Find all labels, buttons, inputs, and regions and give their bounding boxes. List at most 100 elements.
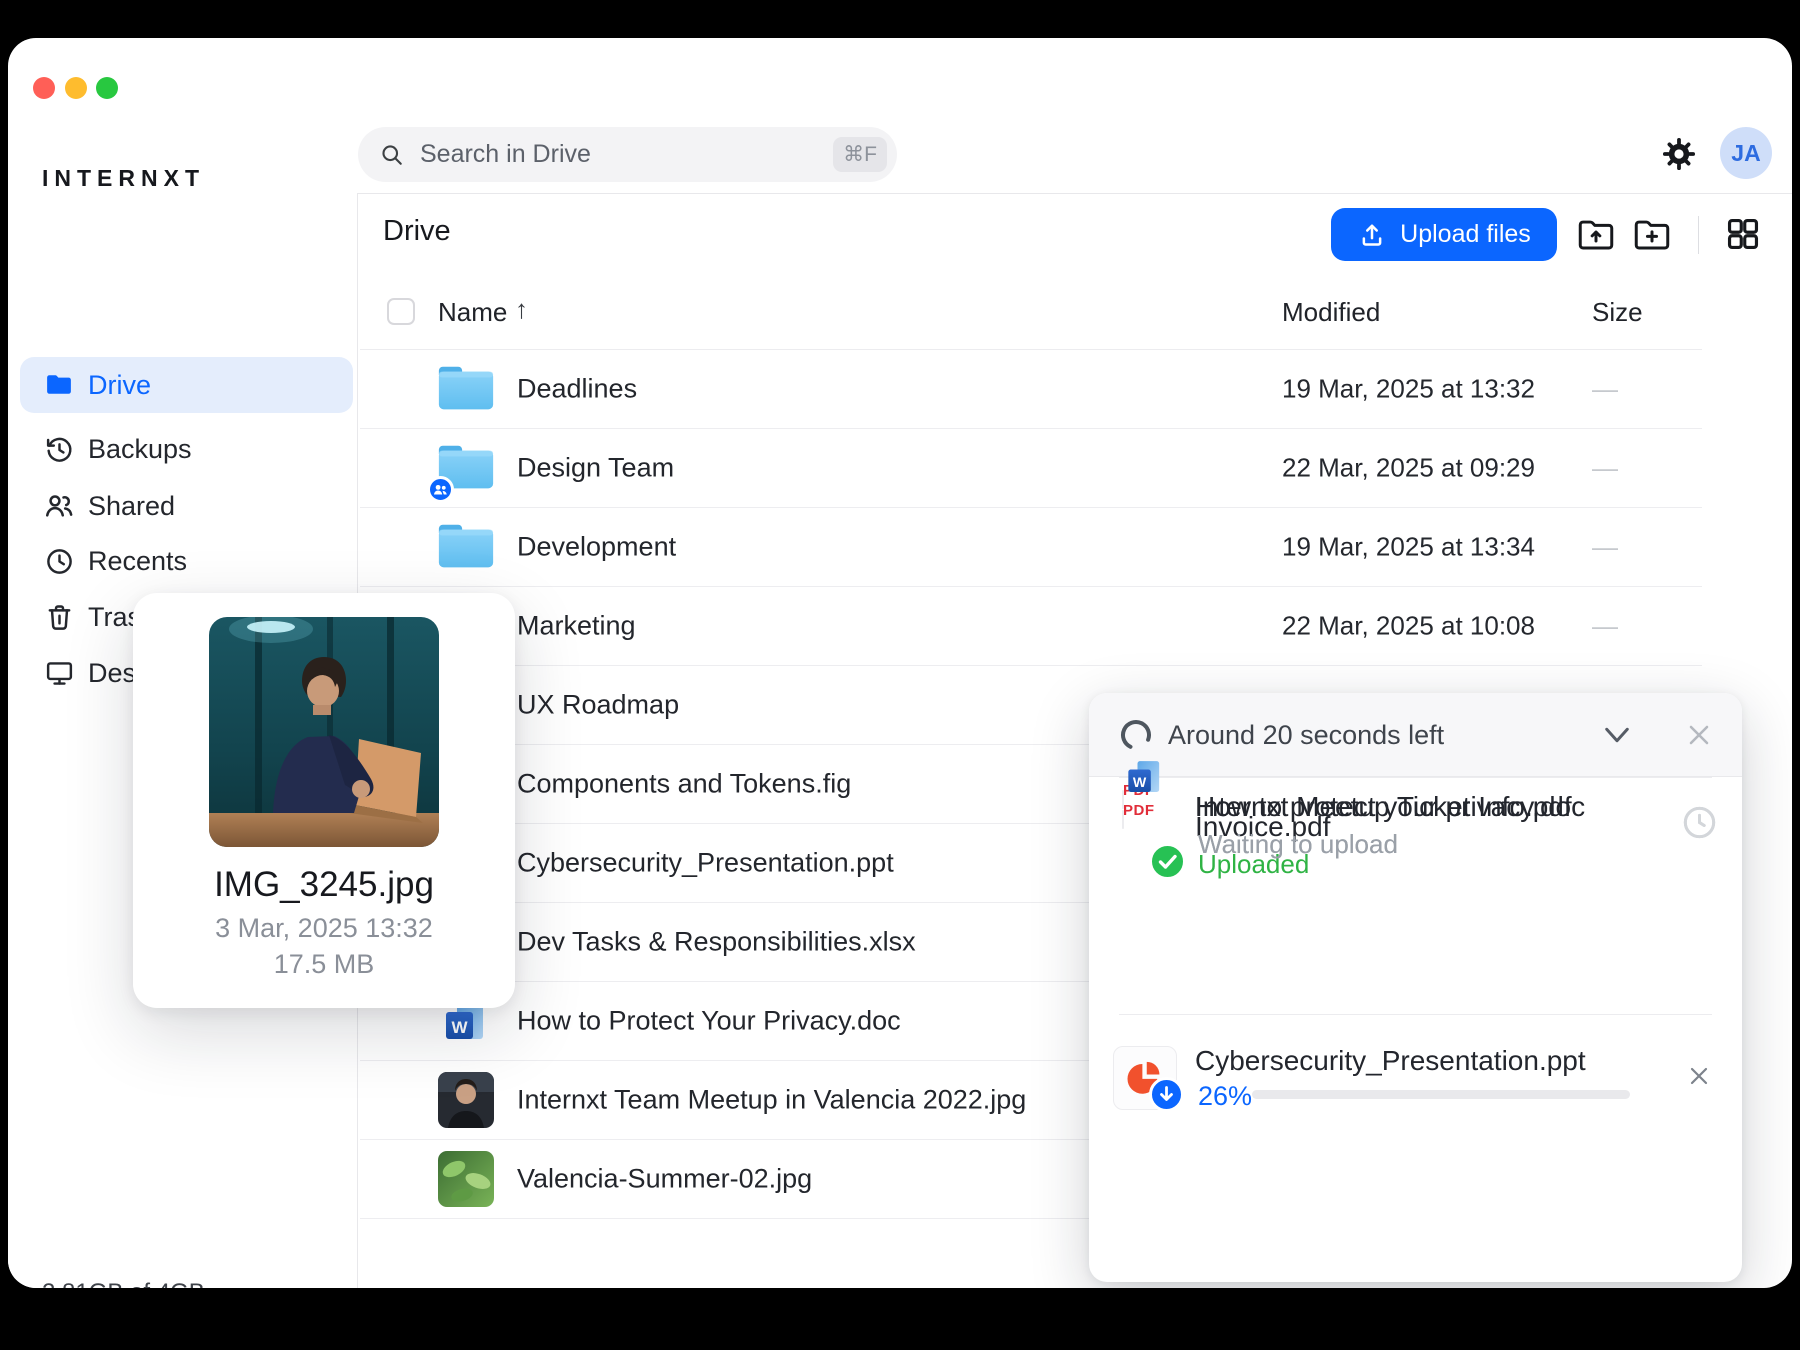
sidebar-item-recents[interactable]: Recents (20, 537, 353, 585)
internxt-logo: INTERNXT (42, 165, 205, 192)
column-header-size[interactable]: Size (1592, 297, 1643, 328)
table-row[interactable]: Marketing 22 Mar, 2025 at 10:08 — (360, 587, 1702, 666)
file-icon (435, 519, 497, 575)
upload-progress-toast: Around 20 seconds left PDF Invoice.pdf U… (1089, 693, 1742, 1282)
svg-text:W: W (1133, 775, 1147, 791)
file-icon (435, 1151, 497, 1207)
desktop-background: INTERNXT Search in Drive ⌘F (0, 0, 1800, 1350)
file-modified: 22 Mar, 2025 at 09:29 (1282, 453, 1535, 484)
cancel-upload-button[interactable] (1680, 1057, 1718, 1095)
table-row[interactable]: Design Team 22 Mar, 2025 at 09:29 — (360, 429, 1702, 508)
file-name: Deadlines (517, 374, 637, 405)
file-icon (435, 440, 497, 496)
toolbar-divider (1698, 216, 1699, 254)
folder-icon (435, 363, 497, 415)
grid-view-button[interactable] (1722, 214, 1764, 256)
file-name: Dev Tasks & Responsibilities.xlsx (517, 927, 916, 958)
file-name: Design Team (517, 453, 674, 484)
app-window: INTERNXT Search in Drive ⌘F (8, 38, 1792, 1288)
upload-status: Waiting to upload (1198, 829, 1398, 860)
file-name: Internxt Team Meetup in Valencia 2022.jp… (517, 1085, 1026, 1116)
grid-view-icon (1724, 215, 1762, 253)
sidebar-item-label: Shared (88, 491, 175, 522)
recents-clock-icon (44, 546, 75, 577)
settings-button[interactable] (1659, 134, 1699, 174)
zoom-window-button[interactable] (96, 77, 118, 99)
upload-item-uploading: Cybersecurity_Presentation.ppt 26% (1089, 1031, 1742, 1131)
file-name: Marketing (517, 611, 636, 642)
upload-percent: 26% (1198, 1081, 1252, 1112)
upload-item-name: Cybersecurity_Presentation.ppt (1195, 1045, 1586, 1077)
upload-progress-bar (1252, 1090, 1630, 1099)
table-row[interactable]: Deadlines 19 Mar, 2025 at 13:32 — (360, 350, 1702, 429)
select-all-checkbox[interactable] (387, 298, 415, 325)
file-name: Components and Tokens.fig (517, 769, 851, 800)
file-size: — (1592, 374, 1618, 405)
folder-icon (435, 521, 497, 573)
doc-file-icon: W (1122, 790, 1124, 809)
storage-usage-label: 2.81GB of 4GB (42, 1279, 322, 1288)
file-name: UX Roadmap (517, 690, 679, 721)
folder-plus-icon (1631, 214, 1673, 256)
waiting-clock (1680, 803, 1718, 841)
close-toast-button[interactable] (1683, 719, 1715, 751)
spinner-icon (1118, 717, 1154, 753)
column-header-modified[interactable]: Modified (1282, 297, 1380, 328)
toast-separator (1119, 1014, 1712, 1015)
file-modified: 19 Mar, 2025 at 13:34 (1282, 532, 1535, 563)
downloading-arrow-badge (1149, 1077, 1184, 1117)
upload-item-waiting: W How to protect your privacy.doc Waitin… (1089, 777, 1742, 877)
avatar[interactable]: JA (1720, 127, 1772, 179)
file-size: — (1592, 453, 1618, 484)
trash-icon (44, 602, 75, 633)
toast-header: Around 20 seconds left (1089, 693, 1742, 777)
new-folder-button[interactable] (1631, 214, 1673, 256)
folder-upload-icon (1575, 214, 1617, 256)
search-shortcut-badge: ⌘F (833, 137, 887, 172)
file-name: Cybersecurity_Presentation.ppt (517, 848, 894, 879)
drive-folder-icon (44, 370, 74, 400)
photo-thumbnail-plant (438, 1151, 494, 1207)
file-size: — (1592, 611, 1618, 642)
file-name: Valencia-Summer-02.jpg (517, 1164, 812, 1195)
preview-date: 3 Mar, 2025 13:32 (133, 913, 515, 944)
preview-size: 17.5 MB (133, 949, 515, 980)
preview-photo (209, 617, 439, 847)
page-title: Drive (383, 215, 451, 248)
sidebar-item-drive[interactable]: Drive (20, 357, 353, 413)
upload-icon (1357, 220, 1387, 250)
table-header: Name ↑ Modified Size (360, 260, 1702, 350)
collapse-toast-button[interactable] (1601, 721, 1633, 749)
backups-history-icon (44, 434, 75, 465)
upload-folder-button[interactable] (1575, 214, 1617, 256)
waiting-clock-icon (1681, 804, 1718, 841)
preview-filename: IMG_3245.jpg (133, 865, 515, 905)
cancel-upload-icon[interactable] (1684, 1061, 1714, 1091)
search-placeholder: Search in Drive (420, 140, 833, 169)
upload-files-button[interactable]: Upload files (1331, 208, 1557, 261)
close-window-button[interactable] (33, 77, 55, 99)
sidebar-item-backups[interactable]: Backups (20, 425, 353, 473)
photo-thumbnail-person (438, 1072, 494, 1128)
file-size: — (1592, 532, 1618, 563)
table-row[interactable]: Development 19 Mar, 2025 at 13:34 — (360, 508, 1702, 587)
svg-text:W: W (451, 1018, 468, 1037)
search-input[interactable]: Search in Drive ⌘F (358, 127, 897, 182)
file-preview-card: IMG_3245.jpg 3 Mar, 2025 13:32 17.5 MB (133, 593, 515, 1008)
storage-meter: 2.81GB of 4GB Upgrade now (42, 1279, 322, 1288)
upload-item-name: How to protect your privacy.doc (1195, 791, 1585, 823)
minimize-window-button[interactable] (65, 77, 87, 99)
sidebar-item-label: Drive (88, 370, 151, 401)
file-icon (435, 1072, 497, 1128)
column-header-name[interactable]: Name (438, 297, 507, 328)
gear-icon (1659, 134, 1699, 174)
sidebar-item-shared[interactable]: Shared (20, 482, 353, 530)
file-name: Development (517, 532, 676, 563)
sort-ascending-icon[interactable]: ↑ (515, 294, 528, 325)
shared-people-icon (43, 490, 75, 522)
search-icon (378, 141, 406, 169)
sidebar-item-label: Recents (88, 546, 187, 577)
sidebar-item-label: Backups (88, 434, 192, 465)
desktop-monitor-icon (44, 658, 75, 689)
file-icon (435, 361, 497, 417)
